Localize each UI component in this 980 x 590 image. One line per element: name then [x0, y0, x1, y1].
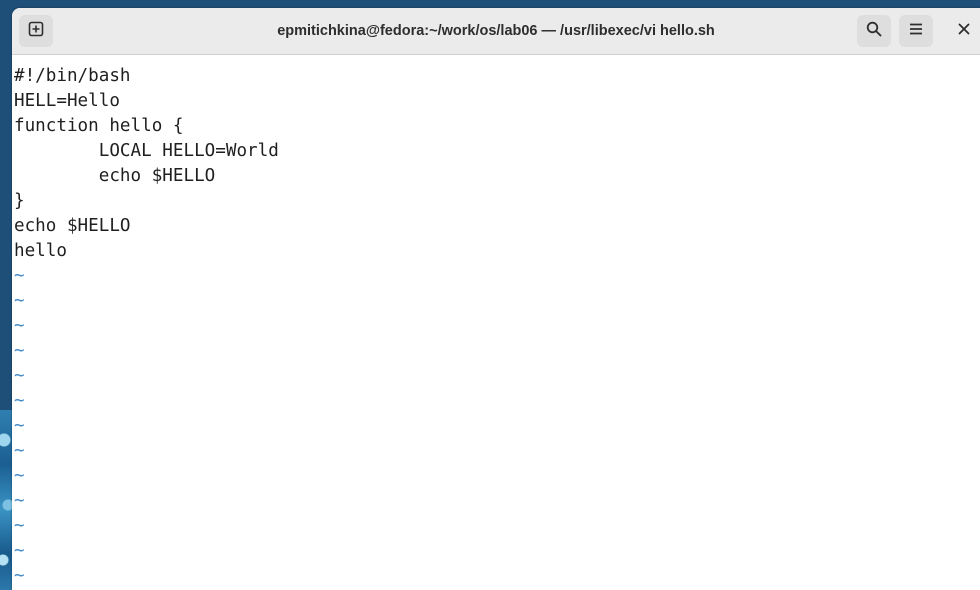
code-line: LOCAL HELLO=World — [14, 141, 279, 161]
empty-line-tilde: ~ — [14, 266, 25, 286]
empty-line-tilde: ~ — [14, 391, 25, 411]
code-line: echo $HELLO — [14, 166, 216, 186]
empty-line-tilde: ~ — [14, 516, 25, 536]
code-line: echo $HELLO — [14, 216, 131, 236]
close-button[interactable] — [949, 15, 979, 47]
empty-line-tilde: ~ — [14, 491, 25, 511]
code-line: hello — [14, 241, 67, 261]
empty-line-markers: ~ ~ ~ ~ ~ ~ ~ ~ ~ ~ ~ ~ ~ — [14, 264, 980, 589]
new-tab-button[interactable] — [19, 15, 53, 47]
empty-line-tilde: ~ — [14, 316, 25, 336]
code-line: function hello { — [14, 116, 184, 136]
desktop-background — [0, 410, 12, 590]
code-line: } — [14, 191, 25, 211]
empty-line-tilde: ~ — [14, 291, 25, 311]
code-line: #!/bin/bash — [14, 66, 131, 86]
empty-line-tilde: ~ — [14, 416, 25, 436]
empty-line-tilde: ~ — [14, 566, 25, 586]
title-bar: epmitichkina@fedora:~/work/os/lab06 — /u… — [12, 8, 980, 55]
menu-button[interactable] — [899, 15, 933, 47]
terminal-content[interactable]: #!/bin/bash HELL=Hello function hello { … — [12, 55, 980, 590]
search-button[interactable] — [857, 15, 891, 47]
empty-line-tilde: ~ — [14, 441, 25, 461]
empty-line-tilde: ~ — [14, 466, 25, 486]
code-line: HELL=Hello — [14, 91, 120, 111]
empty-line-tilde: ~ — [14, 541, 25, 561]
search-icon — [866, 21, 882, 42]
hamburger-menu-icon — [908, 21, 924, 42]
close-icon — [958, 22, 970, 40]
window-title: epmitichkina@fedora:~/work/os/lab06 — /u… — [277, 23, 715, 39]
terminal-window: epmitichkina@fedora:~/work/os/lab06 — /u… — [12, 8, 980, 590]
new-tab-icon — [28, 21, 44, 42]
empty-line-tilde: ~ — [14, 341, 25, 361]
empty-line-tilde: ~ — [14, 366, 25, 386]
